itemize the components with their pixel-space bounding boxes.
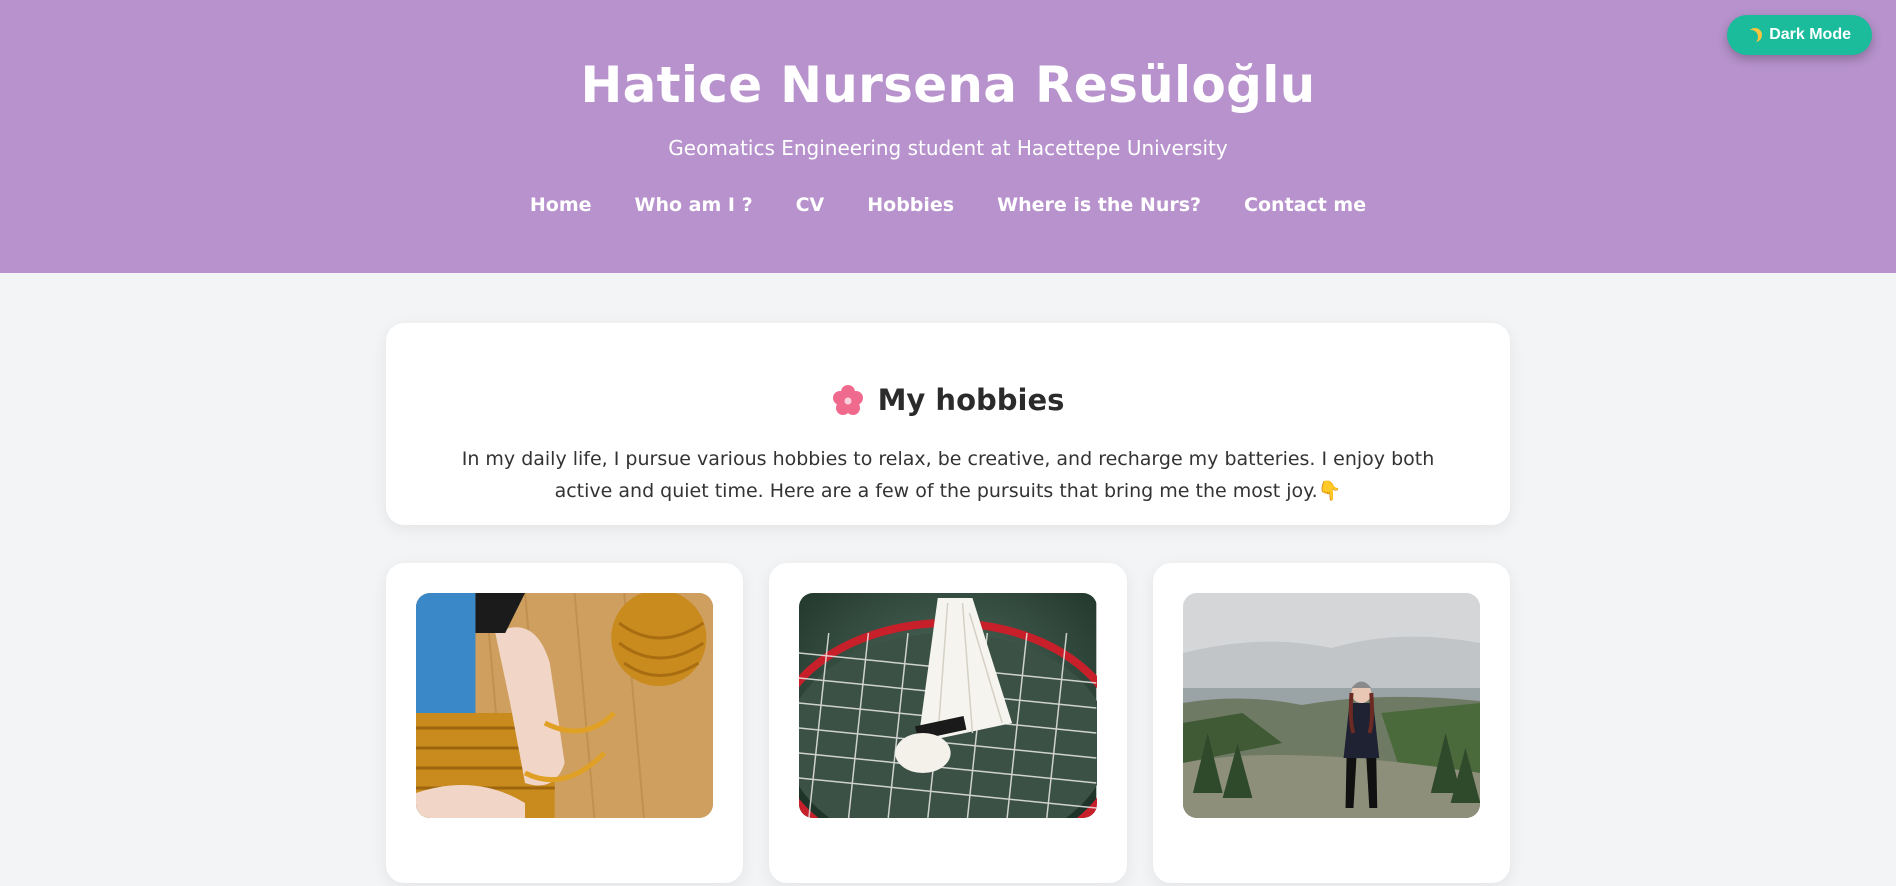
flower-icon (832, 385, 863, 415)
site-header: Dark Mode Hatice Nursena Resüloğlu Geoma… (0, 0, 1896, 273)
main-content: My hobbies In my daily life, I pursue va… (386, 323, 1510, 883)
knitting-photo (416, 593, 714, 818)
dark-mode-button[interactable]: Dark Mode (1727, 15, 1872, 55)
hobby-card-hiking (1152, 563, 1510, 883)
moon-icon (1744, 30, 1758, 44)
site-subtitle: Geomatics Engineering student at Hacette… (668, 136, 1228, 160)
main-nav: Home Who am I ? CV Hobbies Where is the … (0, 194, 1896, 216)
nav-cv[interactable]: CV (796, 194, 825, 216)
nav-where-is-nurs[interactable]: Where is the Nurs? (997, 194, 1201, 216)
hobbies-intro-paragraph: In my daily life, I pursue various hobbi… (430, 443, 1466, 507)
dark-mode-label: Dark Mode (1769, 26, 1851, 43)
hobby-card-badminton (769, 563, 1127, 883)
hobbies-intro-text: In my daily life, I pursue various hobbi… (461, 448, 1435, 502)
badminton-photo (799, 593, 1097, 818)
nav-hobbies[interactable]: Hobbies (867, 194, 954, 216)
hobbies-heading: My hobbies (430, 383, 1466, 417)
hobbies-intro-card: My hobbies In my daily life, I pursue va… (386, 323, 1510, 525)
nav-home[interactable]: Home (530, 194, 592, 216)
site-title: Hatice Nursena Resüloğlu (580, 56, 1316, 114)
nav-contact[interactable]: Contact me (1244, 194, 1366, 216)
hiking-photo (1182, 593, 1480, 818)
hobby-card-knitting (386, 563, 744, 883)
nav-who-am-i[interactable]: Who am I ? (635, 194, 753, 216)
pointing-down-icon: 👇 (1317, 480, 1342, 502)
hobbies-heading-text: My hobbies (877, 383, 1065, 417)
hobby-cards (386, 563, 1510, 883)
